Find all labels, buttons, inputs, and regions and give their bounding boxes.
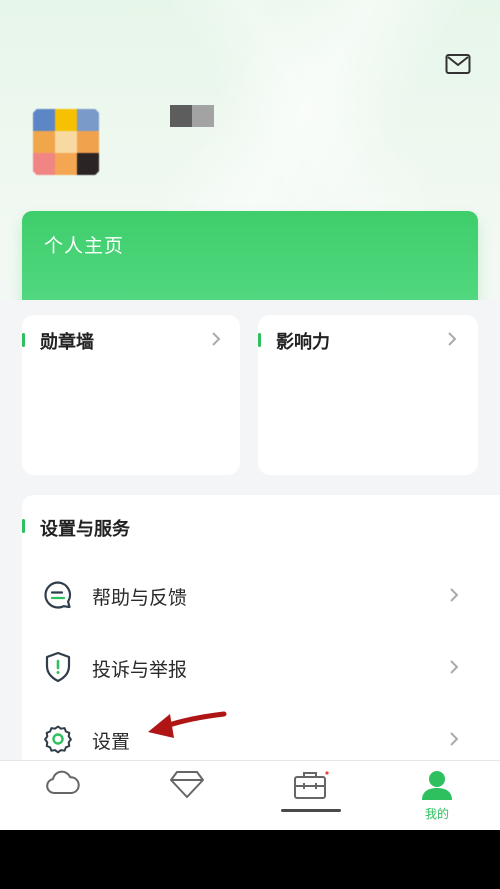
chevron-right-icon [446,585,462,605]
shield-exclamation-icon [42,651,74,683]
help-feedback-item[interactable]: 帮助与反馈 [22,565,482,625]
diamond-icon [170,771,204,798]
person-icon [422,771,452,800]
tab-diamond[interactable] [157,769,217,825]
toolbox-icon [294,771,329,799]
avatar-pixel [55,153,77,175]
accent-bar [22,333,25,347]
username-pixel [170,105,192,127]
complaint-report-label: 投诉与举报 [92,659,188,681]
username-pixel [192,105,214,127]
mail-icon [445,54,471,74]
gear-icon [42,723,74,755]
accent-bar [22,519,25,533]
avatar[interactable] [22,98,110,186]
feedback-chat-icon [42,579,74,611]
tab-toolbox[interactable] [281,769,341,825]
annotation-arrow-icon [148,711,227,738]
influence-title: 影响力 [276,332,330,353]
badge-wall-title: 勋章墙 [40,332,94,353]
bottom-tab-bar: 我的 [0,760,500,830]
avatar-pixel [33,109,55,131]
avatar-pixel [77,131,99,153]
tab-me[interactable]: 我的 [407,769,467,825]
avatar-pixel [77,153,99,175]
mail-button[interactable] [444,52,472,76]
chevron-right-icon [444,329,460,349]
chevron-right-icon [446,657,462,677]
badge-wall-card[interactable]: 勋章墙 [22,315,240,475]
help-feedback-label: 帮助与反馈 [92,587,188,609]
influence-card[interactable]: 影响力 [258,315,478,475]
avatar-pixel [33,153,55,175]
settings-services-panel: 设置与服务 帮助与反馈 投诉与举报 设置 [22,495,500,775]
settings-label: 设置 [92,731,131,753]
cloud-icon [46,770,80,794]
settings-services-title: 设置与服务 [40,519,130,540]
chevron-right-icon [446,729,462,749]
username-redacted [170,105,214,127]
tab-active-indicator [281,809,341,812]
avatar-pixel [55,131,77,153]
personal-homepage-label: 个人主页 [44,235,125,257]
complaint-report-item[interactable]: 投诉与举报 [22,637,482,697]
tab-cloud[interactable] [32,769,92,825]
chevron-right-icon [208,329,224,349]
tab-label: 我的 [424,807,449,821]
avatar-pixel [77,109,99,131]
avatar-pixel [55,109,77,131]
accent-bar [258,333,261,347]
avatar-pixel [33,131,55,153]
app-screen: 个人主页 勋章墙 影响力 设置与服务 帮助与反馈 投诉与举报 设置 我的 [0,0,500,830]
